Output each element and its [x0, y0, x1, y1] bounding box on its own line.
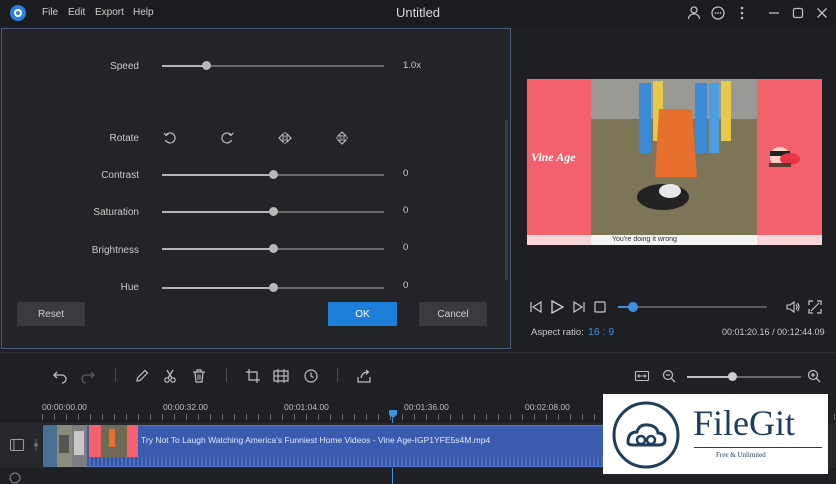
time-current: 00:01:20.16: [722, 327, 770, 337]
audio-waveform: [89, 457, 608, 466]
rotate-label: Rotate: [109, 133, 139, 144]
menu-export[interactable]: Export: [95, 7, 124, 18]
rotate-left-icon[interactable]: [162, 130, 178, 146]
crop-icon[interactable]: [245, 368, 261, 384]
cancel-button[interactable]: Cancel: [419, 302, 487, 326]
more-icon[interactable]: [734, 5, 750, 21]
watermark-tagline: Free & Unlimited: [716, 451, 766, 459]
add-track-icon[interactable]: [9, 472, 21, 484]
clip-thumbnail-strip: [43, 425, 87, 467]
panel-scrollbar[interactable]: [505, 120, 508, 280]
zoom-out-icon[interactable]: [661, 368, 677, 384]
hue-value: 0: [403, 280, 409, 291]
watermark-rule: [694, 447, 822, 448]
edit-pencil-icon[interactable]: [134, 368, 150, 384]
saturation-slider-fill: [162, 211, 273, 213]
track-video-icon: [9, 437, 25, 453]
playback-progress-knob[interactable]: [627, 302, 638, 312]
rotate-right-icon[interactable]: [219, 130, 235, 146]
volume-icon[interactable]: [785, 299, 801, 315]
playback-progress-track[interactable]: [618, 306, 767, 308]
toolbar-divider: [115, 368, 116, 382]
track-lock-icon[interactable]: [31, 437, 41, 453]
duration-clock-icon[interactable]: [303, 368, 319, 384]
hue-label: Hue: [120, 282, 139, 293]
time-readout: 00:01:20.16 / 00:12:44.09: [722, 327, 825, 337]
timeline-mark: 00:00:32.00: [163, 402, 208, 412]
brightness-slider-knob[interactable]: [268, 244, 278, 253]
feedback-icon[interactable]: [710, 5, 726, 21]
prev-frame-icon[interactable]: [528, 299, 544, 315]
next-frame-icon[interactable]: [571, 299, 587, 315]
brightness-slider-fill: [162, 248, 273, 250]
contrast-slider-knob[interactable]: [268, 170, 278, 179]
reset-button[interactable]: Reset: [17, 302, 85, 326]
stop-icon[interactable]: [592, 299, 608, 315]
title-bar: File Edit Export Help Untitled: [0, 0, 836, 26]
video-subtitle: You're doing it wrong: [612, 236, 677, 243]
flip-horizontal-icon[interactable]: [277, 130, 293, 146]
aspect-ratio-label: Aspect ratio:: [531, 327, 584, 338]
flip-vertical-icon[interactable]: [334, 130, 350, 146]
app-logo-icon: [9, 4, 27, 22]
time-separator: /: [772, 327, 775, 337]
fit-timeline-icon[interactable]: [634, 368, 650, 384]
hue-slider-fill: [162, 287, 273, 289]
redo-icon[interactable]: [80, 368, 96, 384]
speed-slider-fill: [162, 65, 207, 67]
timeline-mark: 00:01:04.00: [284, 402, 329, 412]
timeline-mark: 00:00:00.00: [42, 402, 87, 412]
zoom-in-icon[interactable]: [806, 368, 822, 384]
maximize-icon[interactable]: [790, 5, 806, 21]
zoom-slider-fill: [687, 376, 733, 378]
brightness-value: 0: [403, 242, 409, 253]
hue-slider-knob[interactable]: [268, 283, 278, 292]
menu-help[interactable]: Help: [133, 7, 154, 18]
delete-trash-icon[interactable]: [191, 368, 207, 384]
saturation-value: 0: [403, 205, 409, 216]
speed-slider-knob[interactable]: [201, 61, 211, 70]
brightness-label: Brightness: [91, 245, 139, 256]
adjust-panel: [1, 28, 511, 349]
time-total: 00:12:44.09: [777, 327, 825, 337]
cut-scissors-icon[interactable]: [162, 368, 178, 384]
speed-label: Speed: [110, 61, 139, 72]
contrast-value: 0: [403, 168, 409, 179]
toolbar-divider: [226, 368, 227, 382]
speed-value: 1.0x: [403, 60, 421, 71]
menu-file[interactable]: File: [42, 7, 58, 18]
clip-title: Try Not To Laugh Watching America's Funn…: [141, 435, 491, 445]
mosaic-icon[interactable]: [272, 368, 289, 384]
overlay-vine-age-text: Vine Age: [531, 150, 576, 164]
contrast-label: Contrast: [101, 170, 139, 181]
aspect-ratio-value[interactable]: 16 : 9: [588, 326, 614, 338]
fullscreen-icon[interactable]: [807, 299, 823, 315]
ok-button[interactable]: OK: [328, 302, 397, 326]
saturation-label: Saturation: [93, 207, 139, 218]
timeline-mark: 00:02:08.00: [525, 402, 570, 412]
saturation-slider-knob[interactable]: [268, 207, 278, 216]
close-icon[interactable]: [814, 5, 830, 21]
undo-icon[interactable]: [52, 368, 68, 384]
timeline-mark: 00:01:36.00: [404, 402, 449, 412]
play-icon[interactable]: [549, 299, 565, 315]
minimize-icon[interactable]: [766, 5, 782, 21]
clip-thumbnail: [89, 425, 138, 457]
toolbar-divider: [337, 368, 338, 382]
watermark-brand: FileGit: [693, 403, 796, 443]
filegit-logo-icon: [611, 400, 681, 470]
menu-edit[interactable]: Edit: [68, 7, 85, 18]
export-share-icon[interactable]: [356, 368, 372, 384]
contrast-slider-fill: [162, 174, 273, 176]
user-icon[interactable]: [686, 5, 702, 21]
